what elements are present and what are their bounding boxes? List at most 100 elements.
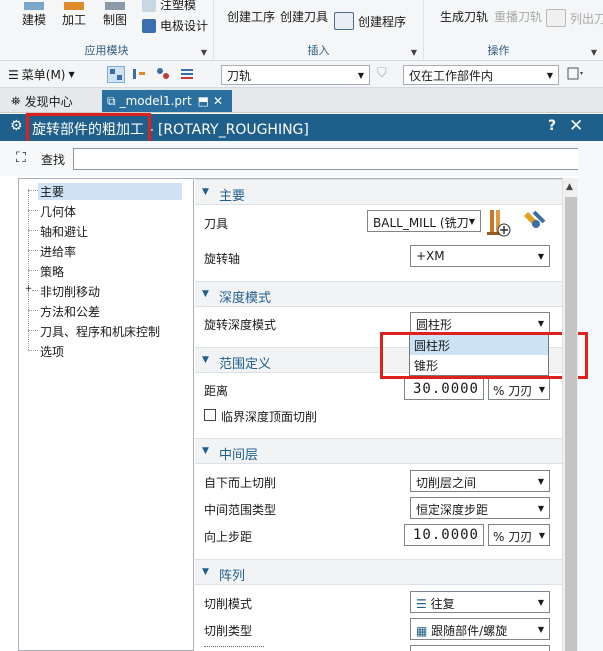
pin-icon[interactable]: ⬒: [198, 94, 209, 108]
tool-label: 刀具: [204, 217, 229, 231]
machining-button[interactable]: 加工: [62, 2, 86, 28]
panel-scrollbar[interactable]: ▲: [562, 178, 578, 651]
chevron-down-icon: ▼: [537, 598, 544, 607]
create-tool-icon[interactable]: [484, 208, 512, 238]
tree-item-tool-control[interactable]: 刀具、程序和机床控制: [19, 320, 193, 340]
cut-mode-combo[interactable]: ☰ 往复 ▼: [410, 591, 550, 613]
collapse-icon: ▼: [202, 446, 209, 456]
cut-type-combo[interactable]: ▦ 跟随部件/螺旋 ▼: [410, 618, 550, 640]
gear-icon[interactable]: ⚙: [10, 118, 23, 134]
chevron-down-icon: ▼: [537, 252, 544, 261]
ribbon-group-insert: 创建工序 创建刀具 创建程序 插入 ▼: [214, 0, 424, 61]
chevron-down-icon: ▼: [68, 70, 75, 79]
chevron-down-icon: ▼: [546, 71, 553, 80]
section-mid-header[interactable]: ▼ 中间层: [195, 438, 562, 464]
collapse-icon: ▼: [202, 289, 209, 299]
tree-item-geometry[interactable]: 几何体: [19, 200, 193, 220]
close-button[interactable]: ✕: [569, 116, 583, 136]
tree-connector: [28, 350, 38, 351]
secondary-toolbar: ☰ 菜单(M) ▼ 刀轨 ▼ ⛉ 仅在工作部件内 ▼: [0, 61, 603, 88]
range-type-combo[interactable]: 恒定深度步距 ▼: [410, 497, 550, 519]
scope-combo[interactable]: 仅在工作部件内 ▼: [403, 65, 559, 85]
tree-item-options[interactable]: 选项: [19, 340, 193, 360]
chevron-down-icon: ▼: [537, 625, 544, 634]
ribbon-group-title: 应用模块: [84, 44, 129, 57]
dialog-right-strip: [578, 141, 603, 651]
section-main-header[interactable]: ▼ 主要: [195, 179, 562, 205]
annotation-button[interactable]: 注塑模: [142, 0, 196, 13]
section-depth-header[interactable]: ▼ 深度模式: [195, 281, 562, 307]
part-file-icon: ⧉: [107, 93, 116, 108]
chevron-down-icon[interactable]: ▼: [591, 48, 597, 57]
chevron-down-icon: ▼: [357, 71, 364, 80]
funnel-icon[interactable]: ⛉: [377, 66, 395, 83]
tree-item-tolerance[interactable]: 方法和公差: [19, 300, 193, 320]
discovery-icon: ⛯: [11, 93, 21, 108]
axis-label: 旋转轴: [204, 252, 241, 266]
tab-model[interactable]: ⧉ _model1.prt ⬒ ✕: [102, 90, 232, 112]
distance-input[interactable]: 30.0000: [404, 378, 484, 400]
cut-type-label: 切削类型: [204, 624, 253, 638]
method-view-icon[interactable]: [179, 66, 197, 83]
electrode-icon: [142, 18, 156, 33]
chevron-down-icon: ▼: [537, 477, 544, 486]
tree-connector: [28, 330, 38, 331]
scroll-up-icon[interactable]: ▲: [566, 182, 573, 192]
clipped-row: [204, 646, 264, 651]
drafting-button[interactable]: 制图: [103, 2, 127, 28]
ribbon-group-title: 操作: [487, 44, 510, 57]
tree-item-strategy[interactable]: 策略: [19, 260, 193, 280]
display-options-icon[interactable]: [566, 66, 584, 83]
geometry-view-icon[interactable]: [155, 66, 173, 83]
depth-mode-combo[interactable]: 圆柱形 ▼: [410, 312, 550, 334]
distance-unit-combo[interactable]: % 刀刃 ▼: [488, 378, 550, 400]
tree-connector: [28, 210, 38, 211]
follow-part-icon: ▦: [416, 624, 428, 638]
tree-item-feed[interactable]: 进给率: [19, 240, 193, 260]
generate-path-button[interactable]: 生成刀轨: [440, 8, 488, 25]
chevron-down-icon: ▼: [538, 385, 545, 394]
tree-connector: [28, 190, 38, 191]
tree-item-axis[interactable]: 轴和避让: [19, 220, 193, 240]
menu-button[interactable]: ☰ 菜单(M) ▼: [8, 66, 75, 83]
collapse-icon: ▼: [202, 187, 209, 197]
step-input[interactable]: 10.0000: [404, 524, 484, 546]
replay-path-button[interactable]: 重播刀轨: [494, 8, 542, 25]
program-view-icon[interactable]: [131, 66, 149, 83]
create-tool-button[interactable]: 创建刀具: [280, 8, 328, 25]
scroll-thumb[interactable]: [565, 197, 577, 651]
build-icon: [24, 2, 44, 10]
filter-combo[interactable]: 刀轨 ▼: [221, 65, 370, 85]
ribbon-group-actions: 生成刀轨 重播刀轨 列出刀 操作 ▼: [424, 0, 603, 61]
chevron-down-icon: ▼: [537, 319, 544, 328]
edit-tool-icon[interactable]: [520, 208, 548, 238]
chevron-down-icon: ▼: [538, 531, 545, 540]
build-button[interactable]: 建模: [22, 2, 46, 28]
tree-connector: [28, 310, 38, 311]
section-pattern-header[interactable]: ▼ 阵列: [195, 559, 562, 585]
tree-connector: [28, 250, 38, 251]
critical-depth-checkbox[interactable]: [204, 409, 216, 421]
select-filter-icon[interactable]: [107, 66, 125, 83]
chevron-down-icon[interactable]: ▼: [201, 48, 207, 57]
document-tabs: ⛯ 发现中心 ⧉ _model1.prt ⬒ ✕: [0, 88, 603, 113]
tool-combo[interactable]: BALL_MILL (铣刀 ▼: [367, 210, 481, 232]
chevron-down-icon: ▼: [468, 217, 475, 226]
tree-item-non-cutting[interactable]: + 非切削移动: [19, 280, 193, 300]
help-button[interactable]: ?: [548, 118, 556, 134]
create-operation-button[interactable]: 创建工序: [227, 8, 275, 25]
close-icon[interactable]: ✕: [213, 94, 223, 108]
create-program-icon: [334, 12, 354, 30]
tab-discovery[interactable]: ⛯ 发现中心: [6, 90, 78, 112]
list-path-button[interactable]: 列出刀: [546, 9, 603, 27]
step-label: 向上步距: [204, 530, 253, 544]
search-input[interactable]: [73, 148, 582, 170]
electrode-button[interactable]: 电极设计: [142, 17, 208, 34]
tree-connector: [28, 230, 38, 231]
axis-combo[interactable]: +XM ▼: [410, 245, 550, 267]
tree-item-main[interactable]: 主要: [19, 180, 193, 200]
mold-icon: [142, 0, 156, 12]
step-unit-combo[interactable]: % 刀刃 ▼: [488, 524, 550, 546]
create-program-button[interactable]: 创建程序: [334, 12, 406, 30]
top-down-combo[interactable]: 切削层之间 ▼: [410, 470, 550, 492]
